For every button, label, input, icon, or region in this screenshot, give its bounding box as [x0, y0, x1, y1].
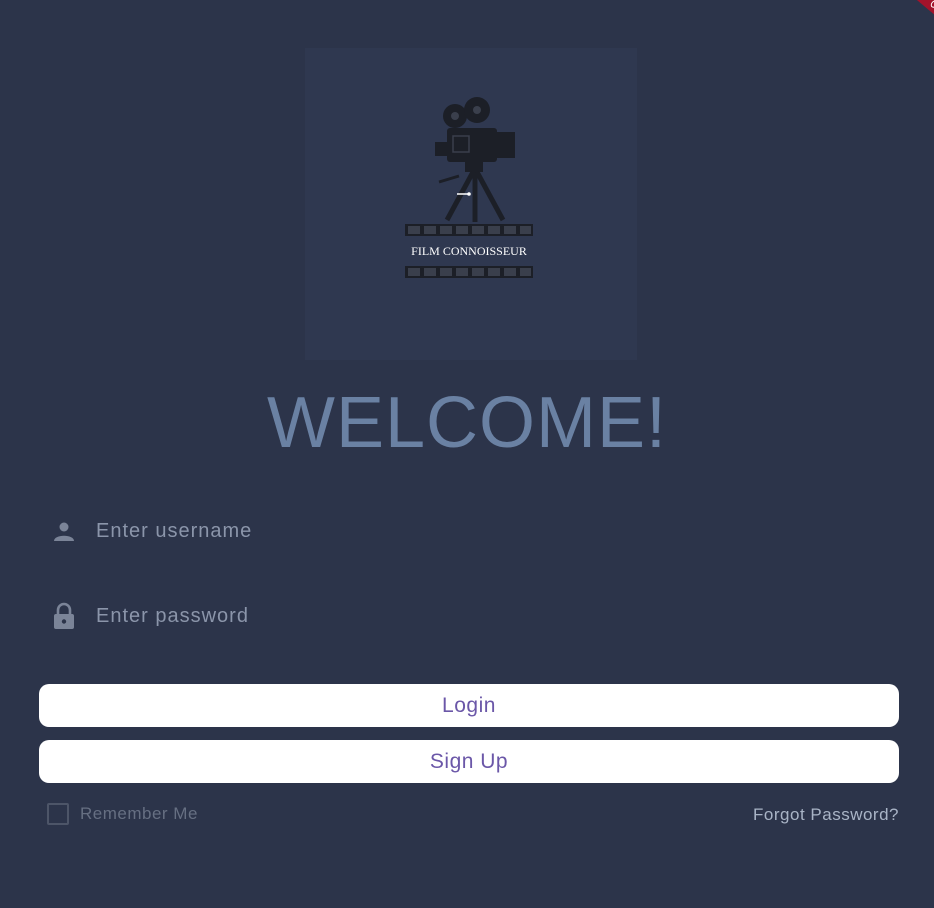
logo-brand-text: FILM CONNOISSEUR	[411, 244, 527, 258]
remember-me-checkbox[interactable]	[47, 803, 69, 825]
username-input[interactable]	[94, 518, 898, 544]
welcome-heading: WELCOME!	[266, 383, 668, 463]
lock-icon	[48, 600, 80, 632]
login-screen: FILM CONNOISSEUR WELCOME! Login Sign Up …	[0, 0, 934, 908]
person-icon	[48, 515, 80, 547]
login-button[interactable]: Login	[39, 684, 899, 727]
remember-me[interactable]: Remember Me	[47, 803, 198, 825]
film-camera-logo: FILM CONNOISSEUR	[405, 97, 533, 278]
debug-banner	[890, 0, 934, 36]
password-input[interactable]	[94, 603, 898, 629]
remember-me-label: Remember Me	[80, 804, 198, 823]
forgot-password-link[interactable]: Forgot Password?	[753, 805, 899, 825]
username-field	[48, 509, 898, 553]
logo-container: FILM CONNOISSEUR	[305, 48, 637, 360]
signup-button[interactable]: Sign Up	[39, 740, 899, 783]
password-field	[48, 594, 898, 638]
